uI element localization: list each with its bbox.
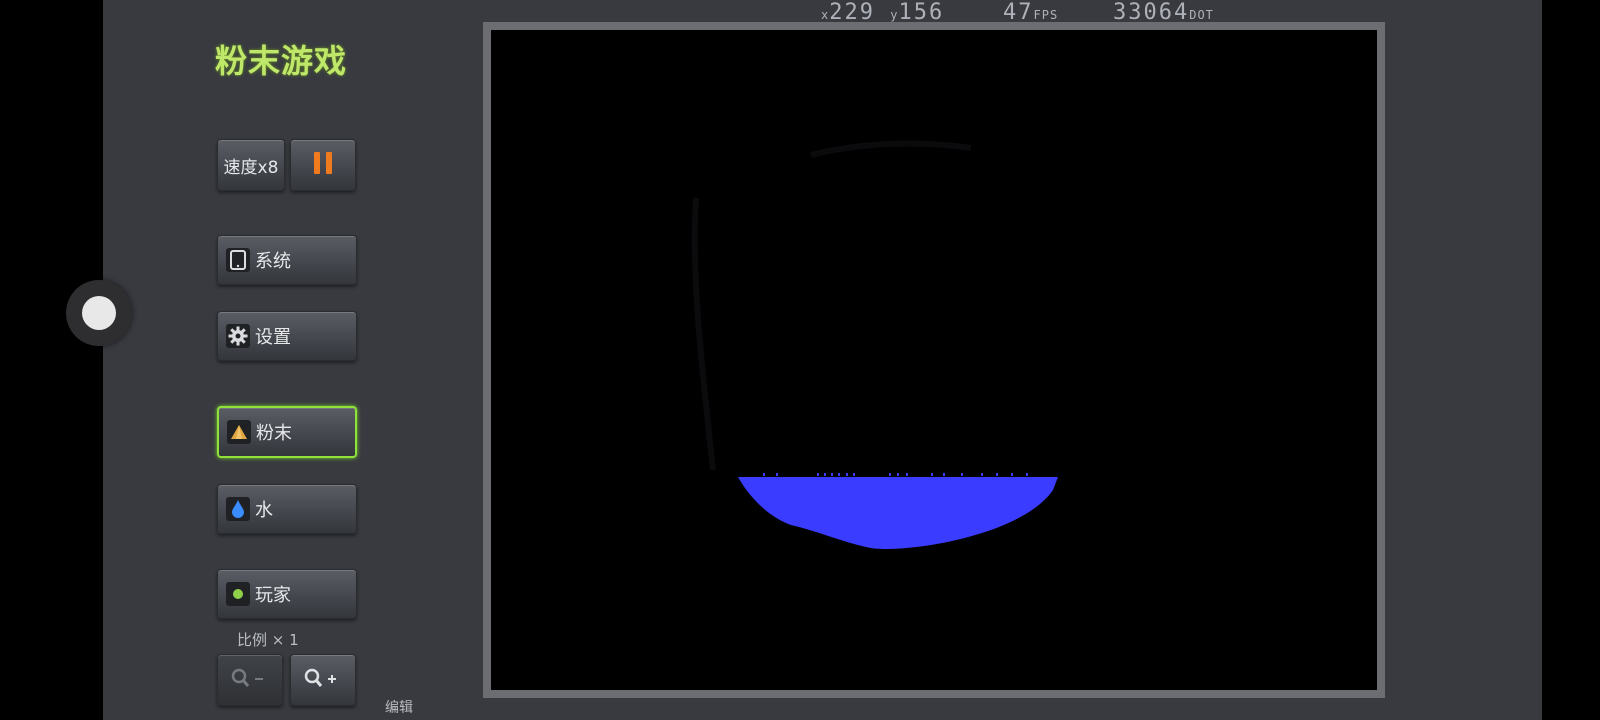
pause-icon <box>311 151 335 179</box>
dot-count-readout: 33064DOT <box>1113 2 1214 24</box>
powder-cone-icon <box>227 420 251 444</box>
sandbox-scene <box>691 140 1058 549</box>
water-drop-icon <box>226 497 250 521</box>
app-title: 粉末游戏 <box>215 42 348 80</box>
zoom-label-text: 比例 <box>237 631 268 649</box>
floating-assistive-button[interactable] <box>66 280 132 346</box>
system-button[interactable]: 系统 <box>217 235 357 285</box>
sandbox-canvas[interactable] <box>483 22 1385 698</box>
gear-icon <box>226 324 250 348</box>
element-water-label: 水 <box>255 500 273 521</box>
speed-button[interactable]: 速度x8 <box>217 139 285 191</box>
settings-label: 设置 <box>255 327 291 348</box>
element-water-button[interactable]: 水 <box>217 484 357 534</box>
fps-readout: 47FPS <box>1003 2 1058 24</box>
water-surface-specks <box>763 473 1028 476</box>
settings-button[interactable]: 设置 <box>217 311 357 361</box>
element-player-button[interactable]: 玩家 <box>217 569 357 619</box>
speed-label: 速度x8 <box>223 157 279 178</box>
tablet-icon <box>226 248 250 272</box>
water-pool <box>738 477 1058 549</box>
system-label: 系统 <box>255 251 291 272</box>
edit-label: 编辑 <box>385 700 413 716</box>
zoom-times-sign: × <box>271 631 285 649</box>
zoom-out-button[interactable] <box>217 654 283 706</box>
element-powder-button[interactable]: 粉末 <box>217 406 357 458</box>
zoom-out-icon <box>230 667 270 694</box>
zoom-value: 1 <box>289 631 299 649</box>
x-prefix: x <box>821 8 830 22</box>
fps-unit: FPS <box>1033 8 1059 22</box>
player-dot-icon <box>226 582 250 606</box>
cursor-coordinates: x229 y156 <box>821 2 944 24</box>
dot-count-unit: DOT <box>1189 8 1214 22</box>
assistive-button-knob <box>82 296 116 330</box>
element-player-label: 玩家 <box>255 585 291 606</box>
zoom-in-icon <box>303 667 343 694</box>
game-window: x229 y156 47FPS 33064DOT 粉末游戏 速度x8 系统 设置… <box>103 0 1542 720</box>
faint-wall-left <box>691 197 716 471</box>
faint-wall-top <box>810 140 972 158</box>
pause-button[interactable] <box>290 139 356 191</box>
zoom-scale-label: 比例 × 1 <box>237 629 299 650</box>
zoom-in-button[interactable] <box>290 654 356 706</box>
element-powder-label: 粉末 <box>256 423 292 444</box>
